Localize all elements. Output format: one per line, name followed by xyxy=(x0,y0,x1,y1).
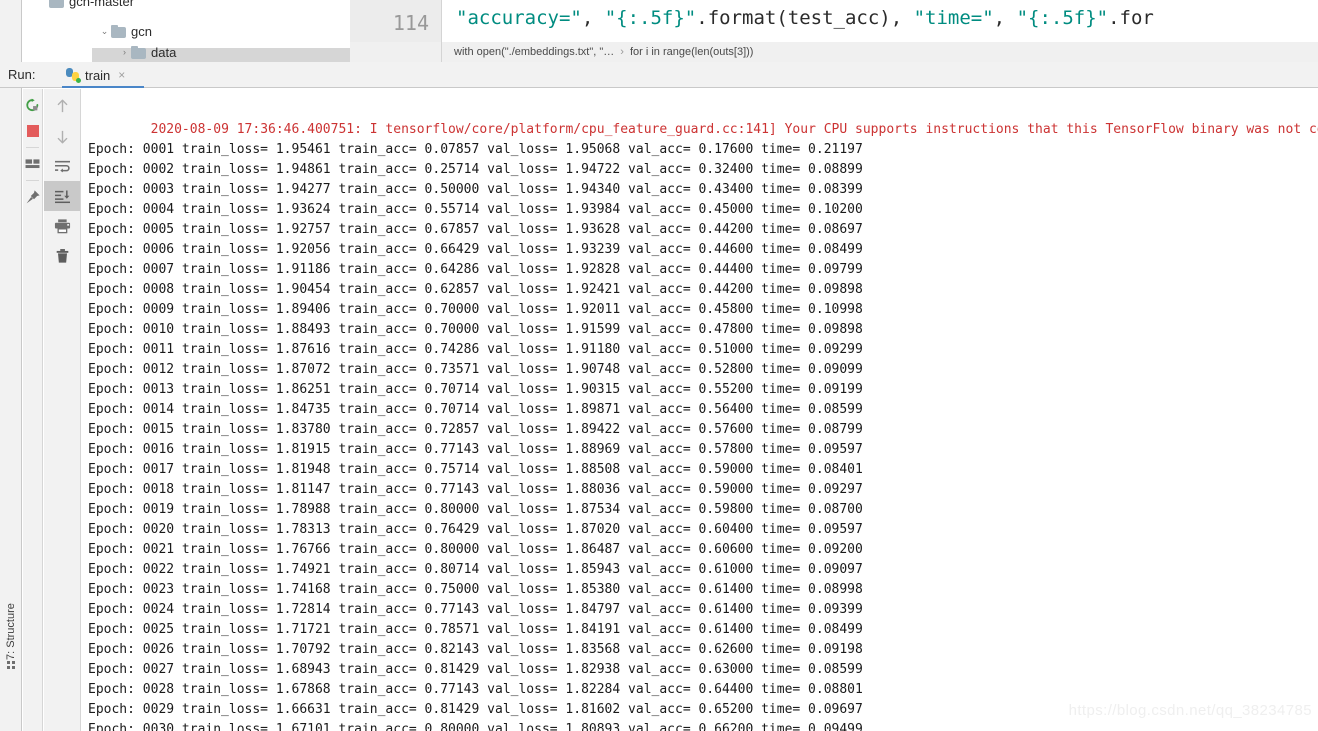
line-number: 114 xyxy=(392,11,429,35)
tree-item-label: gcn xyxy=(131,24,152,39)
soft-wrap-button[interactable] xyxy=(44,151,80,181)
breadcrumb-separator-icon: › xyxy=(620,46,624,58)
left-rail-top xyxy=(0,0,22,62)
tree-item-label: gcn-master xyxy=(69,0,135,9)
left-tool-strip: 7: Structure ▲ 2: Favorites xyxy=(0,88,22,731)
sidebar-tab-label: 7: Structure xyxy=(5,603,17,660)
print-button[interactable] xyxy=(44,211,80,241)
chevron-down-icon[interactable]: ⌄ xyxy=(98,27,111,36)
python-run-icon xyxy=(66,68,81,83)
run-toolbar-secondary xyxy=(44,89,81,731)
epoch-log-lines: Epoch: 0001 train_loss= 1.95461 train_ac… xyxy=(88,142,863,731)
code-string-accuracy: "accuracy=" xyxy=(456,7,582,29)
run-toolbar-primary xyxy=(23,89,43,731)
folder-icon xyxy=(131,45,146,59)
folder-icon xyxy=(49,0,64,8)
run-tool-header: Run: train × xyxy=(0,62,1318,88)
code-text-format2: .for xyxy=(1108,7,1154,29)
editor-zone: gcn-master ⌄ gcn › data __init__.py 114 xyxy=(0,0,1318,62)
console-output[interactable]: 2020-08-09 17:36:46.400751: I tensorflow… xyxy=(82,89,1318,731)
code-string-fmt1: "{:.5f}" xyxy=(604,7,697,29)
toolbar-divider xyxy=(26,147,39,148)
scroll-to-end-button[interactable] xyxy=(44,181,80,211)
run-tool-window: Run: train × 7: Structure ▲ 2: Favorites xyxy=(0,62,1318,731)
editor-gutter-filler xyxy=(350,42,442,62)
code-string-fmt2: "{:.5f}" xyxy=(1016,7,1109,29)
clear-all-button[interactable] xyxy=(44,241,80,271)
code-punct-2: , xyxy=(993,7,1017,29)
tree-item-data[interactable]: › data xyxy=(22,42,350,62)
code-text-format1: .format(test_acc), xyxy=(696,7,914,29)
project-tree-panel[interactable]: gcn-master ⌄ gcn › data __init__.py xyxy=(22,0,350,62)
close-icon[interactable]: × xyxy=(118,69,125,81)
pin-tab-button[interactable] xyxy=(23,184,42,210)
code-string-time: "time=" xyxy=(913,7,994,29)
breadcrumb-item-with-open[interactable]: with open("./embeddings.txt", "… xyxy=(454,46,614,58)
folder-icon xyxy=(111,24,126,38)
code-punct-1: , xyxy=(581,7,605,29)
structure-grid-icon xyxy=(7,660,16,669)
editor-gutter: 114 xyxy=(350,0,442,42)
code-editor[interactable]: print("Test set results:", "cost=", "{:.… xyxy=(442,0,1318,42)
up-button[interactable] xyxy=(44,91,80,121)
stop-button[interactable] xyxy=(23,118,42,144)
rerun-button[interactable] xyxy=(23,92,42,118)
tree-item-gcn-master[interactable]: gcn-master xyxy=(22,0,350,12)
run-tab-train[interactable]: train × xyxy=(62,62,131,88)
watermark: https://blog.csdn.net/qq_38234785 xyxy=(1068,702,1312,719)
run-label: Run: xyxy=(8,67,36,82)
breadcrumb-item-for-loop[interactable]: for i in range(len(outs[3])) xyxy=(630,46,754,58)
tree-item-label: data xyxy=(151,45,177,60)
run-tab-active-indicator xyxy=(62,86,144,88)
down-button[interactable] xyxy=(44,121,80,151)
tensorflow-warning-line: 2020-08-09 17:36:46.400751: I tensorflow… xyxy=(150,122,1318,137)
toolbar-divider xyxy=(26,180,39,181)
run-tab-label: train xyxy=(85,67,111,83)
code-line-current: "accuracy=", "{:.5f}".format(test_acc), … xyxy=(442,2,1177,34)
sidebar-tab-structure[interactable]: 7: Structure xyxy=(0,570,22,675)
ide-window: gcn-master ⌄ gcn › data __init__.py 114 xyxy=(0,0,1318,731)
sidebar-tab-favorites[interactable]: ▲ 2: Favorites xyxy=(0,694,22,731)
chevron-right-icon[interactable]: › xyxy=(118,48,131,57)
tree-item-gcn[interactable]: ⌄ gcn xyxy=(22,21,350,42)
breadcrumb[interactable]: with open("./embeddings.txt", "… › for i… xyxy=(442,42,1318,62)
console-view-button[interactable] xyxy=(23,151,42,177)
console-log-text: 2020-08-09 17:36:46.400751: I tensorflow… xyxy=(88,100,1318,731)
